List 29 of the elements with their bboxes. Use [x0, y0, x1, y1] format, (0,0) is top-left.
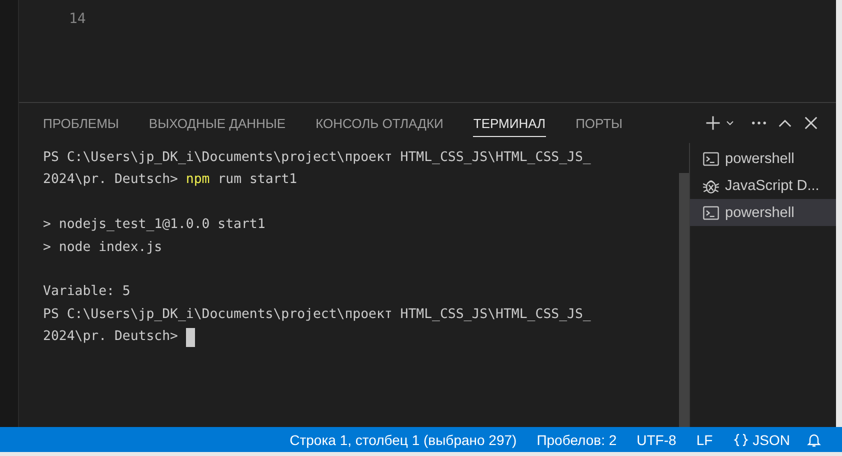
terminal-icon: [702, 150, 720, 168]
terminal-line: 2024\pr. Deutsch>: [43, 328, 179, 346]
close-icon[interactable]: [802, 114, 820, 132]
status-item[interactable]: UTF-8: [626, 432, 686, 448]
panel-tab[interactable]: ПОРТЫ: [576, 110, 623, 136]
terminal-line: PS C:\Users\jp_DK_i\Documents\project\проект HTML_CSS_JS\HTML_CSS_JS_: [43, 306, 591, 324]
bell-icon[interactable]: [806, 432, 822, 448]
status-item[interactable]: Пробелов: 2: [526, 432, 627, 448]
panel-tab[interactable]: ТЕРМИНАЛ: [473, 110, 546, 136]
status-item[interactable]: Строка 1, столбец 1 (выбрано 297): [280, 432, 527, 448]
terminal-list-item[interactable]: powershell: [690, 199, 836, 226]
status-item[interactable]: LF: [686, 432, 723, 448]
terminal-line: > node index.js: [43, 238, 162, 257]
line-number: 14: [69, 10, 86, 29]
text-cursor: [186, 328, 195, 347]
braces-icon: [732, 432, 749, 448]
terminal-line: PS C:\Users\jp_DK_i\Documents\project\проект HTML_CSS_JS\HTML_CSS_JS_: [43, 149, 591, 167]
terminal-list-item[interactable]: powershell: [690, 145, 836, 172]
terminal-list-item[interactable]: JavaScript D...: [690, 172, 836, 199]
scrollbar[interactable]: [679, 173, 689, 427]
terminal-line: > nodejs_test_1@1.0.0 start1: [43, 216, 266, 234]
add-icon[interactable]: [704, 114, 722, 132]
panel-tab[interactable]: ПРОБЛЕМЫ: [43, 110, 119, 136]
panel-tab[interactable]: ВЫХОДНЫЕ ДАННЫЕ: [148, 110, 286, 136]
panel-tab[interactable]: КОНСОЛЬ ОТЛАДКИ: [316, 110, 444, 136]
status-item[interactable]: JSON: [722, 432, 800, 448]
terminal-icon: [702, 204, 720, 222]
terminal-line: Variable: 5: [43, 283, 130, 302]
terminal-line: 2024\pr. Deutsch> npm rum start1: [43, 171, 298, 190]
